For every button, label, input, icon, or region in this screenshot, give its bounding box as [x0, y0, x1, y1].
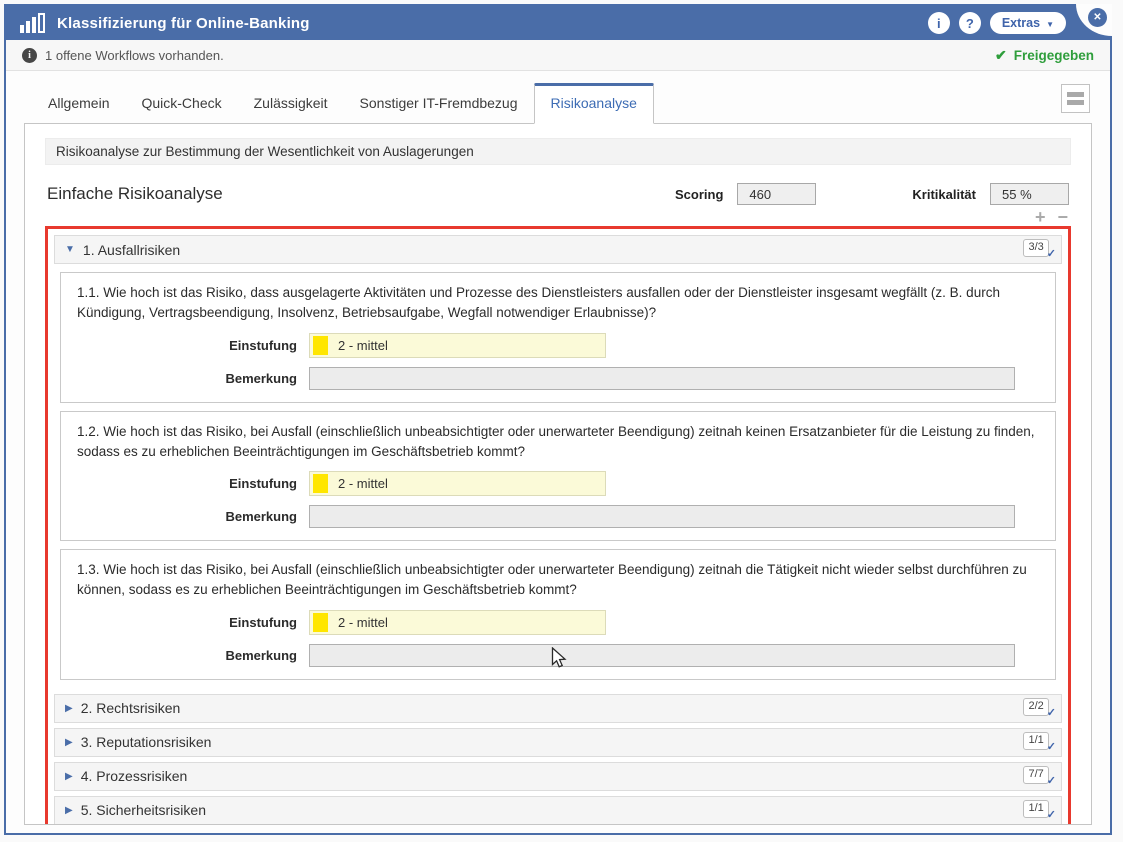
- question-card-1-2: 1.2. Wie hoch ist das Risiko, bei Ausfal…: [60, 411, 1056, 542]
- bemerkung-label: Bemerkung: [77, 371, 309, 386]
- risk-group-title: 5. Sicherheitsrisiken: [81, 802, 206, 818]
- tab-zulaessigkeit[interactable]: Zulässigkeit: [238, 84, 344, 123]
- tab-quick-check[interactable]: Quick-Check: [125, 84, 237, 123]
- caret-right-icon: ▶: [65, 771, 73, 782]
- highlight-box: ▼ 1. Ausfallrisiken 3/3 ✓ 1.1. Wie hoch …: [45, 226, 1071, 825]
- analysis-heading: Einfache Risikoanalyse: [47, 184, 223, 204]
- risk-group-title: 1. Ausfallrisiken: [83, 242, 180, 258]
- caret-down-icon: ▼: [65, 244, 75, 255]
- help-icon[interactable]: ?: [959, 12, 981, 34]
- chevron-down-icon: ▼: [1046, 20, 1054, 29]
- titlebar: Klassifizierung für Online-Banking i ? E…: [6, 6, 1110, 40]
- bar-chart-icon: [20, 13, 45, 33]
- einstufung-select[interactable]: 2 - mittel: [309, 333, 606, 358]
- window-title: Klassifizierung für Online-Banking: [57, 15, 310, 32]
- einstufung-value: 2 - mittel: [328, 338, 388, 353]
- risk-group-header-sicherheitsrisiken[interactable]: ▶ 5. Sicherheitsrisiken 1/1 ✓: [54, 796, 1062, 825]
- section-title: Risikoanalyse zur Bestimmung der Wesentl…: [45, 138, 1071, 165]
- extras-button[interactable]: Extras ▼: [990, 12, 1066, 34]
- risk-group-header-prozessrisiken[interactable]: ▶ 4. Prozessrisiken 7/7 ✓: [54, 762, 1062, 791]
- risk-group-header-reputationsrisiken[interactable]: ▶ 3. Reputationsrisiken 1/1 ✓: [54, 728, 1062, 757]
- expand-all-icon[interactable]: +: [1035, 211, 1046, 226]
- status-bar: i 1 offene Workflows vorhanden. ✔ Freige…: [6, 40, 1110, 71]
- bemerkung-label: Bemerkung: [77, 509, 309, 524]
- badge-check-icon: ✓: [1047, 808, 1056, 821]
- einstufung-select[interactable]: 2 - mittel: [309, 471, 606, 496]
- extras-label: Extras: [1002, 16, 1040, 30]
- release-status-label: Freigegeben: [1014, 48, 1094, 63]
- bemerkung-label: Bemerkung: [77, 648, 309, 663]
- kritikalitaet-field[interactable]: [990, 183, 1069, 205]
- einstufung-label: Einstufung: [77, 338, 309, 353]
- badge-check-icon: ✓: [1047, 740, 1056, 753]
- einstufung-label: Einstufung: [77, 476, 309, 491]
- question-text: 1.1. Wie hoch ist das Risiko, dass ausge…: [77, 283, 1039, 324]
- workflow-status-text: 1 offene Workflows vorhanden.: [45, 48, 224, 63]
- workflow-info-icon: i: [22, 48, 37, 63]
- collapse-all-icon[interactable]: −: [1057, 211, 1068, 226]
- einstufung-label: Einstufung: [77, 615, 309, 630]
- badge-check-icon: ✓: [1047, 247, 1056, 260]
- risk-group-header-ausfallrisiken[interactable]: ▼ 1. Ausfallrisiken 3/3 ✓: [54, 235, 1062, 264]
- tab-strip: Allgemein Quick-Check Zulässigkeit Sonst…: [6, 71, 1110, 123]
- bemerkung-input[interactable]: [309, 367, 1015, 390]
- tab-sonstiger-it-fremdbezug[interactable]: Sonstiger IT-Fremdbezug: [344, 84, 534, 123]
- einstufung-value: 2 - mittel: [328, 476, 388, 491]
- bemerkung-input[interactable]: [309, 505, 1015, 528]
- bemerkung-input[interactable]: [309, 644, 1015, 667]
- risk-group-header-rechtsrisiken[interactable]: ▶ 2. Rechtsrisiken 2/2 ✓: [54, 694, 1062, 723]
- caret-right-icon: ▶: [65, 805, 73, 816]
- caret-right-icon: ▶: [65, 703, 73, 714]
- risk-group-title: 4. Prozessrisiken: [81, 768, 188, 784]
- rating-color-chip: [313, 336, 328, 355]
- risk-group-title: 3. Reputationsrisiken: [81, 734, 212, 750]
- progress-badge: 1/1: [1023, 800, 1048, 818]
- rating-color-chip: [313, 613, 328, 632]
- tab-risikoanalyse[interactable]: Risikoanalyse: [534, 83, 654, 124]
- info-icon[interactable]: i: [928, 12, 950, 34]
- progress-badge: 7/7: [1023, 766, 1048, 784]
- progress-badge: 1/1: [1023, 732, 1048, 750]
- badge-check-icon: ✓: [1047, 706, 1056, 719]
- progress-badge: 3/3: [1023, 239, 1048, 257]
- close-icon[interactable]: ✕: [1088, 8, 1107, 27]
- progress-badge: 2/2: [1023, 698, 1048, 716]
- risk-group-title: 2. Rechtsrisiken: [81, 700, 181, 716]
- rating-color-chip: [313, 474, 328, 493]
- tab-allgemein[interactable]: Allgemein: [32, 84, 125, 123]
- question-text: 1.3. Wie hoch ist das Risiko, bei Ausfal…: [77, 560, 1039, 601]
- scoring-label: Scoring: [675, 187, 723, 202]
- caret-right-icon: ▶: [65, 737, 73, 748]
- badge-check-icon: ✓: [1047, 774, 1056, 787]
- kritikalitaet-label: Kritikalität: [912, 187, 976, 202]
- release-status: ✔ Freigegeben: [995, 47, 1094, 64]
- risikoanalyse-panel: Risikoanalyse zur Bestimmung der Wesentl…: [24, 123, 1092, 825]
- classification-dialog: Klassifizierung für Online-Banking i ? E…: [4, 4, 1112, 835]
- einstufung-value: 2 - mittel: [328, 615, 388, 630]
- einstufung-select[interactable]: 2 - mittel: [309, 610, 606, 635]
- question-text: 1.2. Wie hoch ist das Risiko, bei Ausfal…: [77, 422, 1039, 463]
- question-card-1-3: 1.3. Wie hoch ist das Risiko, bei Ausfal…: [60, 549, 1056, 680]
- risk-group-body: 1.1. Wie hoch ist das Risiko, dass ausge…: [54, 272, 1062, 689]
- check-icon: ✔: [995, 47, 1007, 64]
- question-card-1-1: 1.1. Wie hoch ist das Risiko, dass ausge…: [60, 272, 1056, 403]
- scoring-field[interactable]: [737, 183, 816, 205]
